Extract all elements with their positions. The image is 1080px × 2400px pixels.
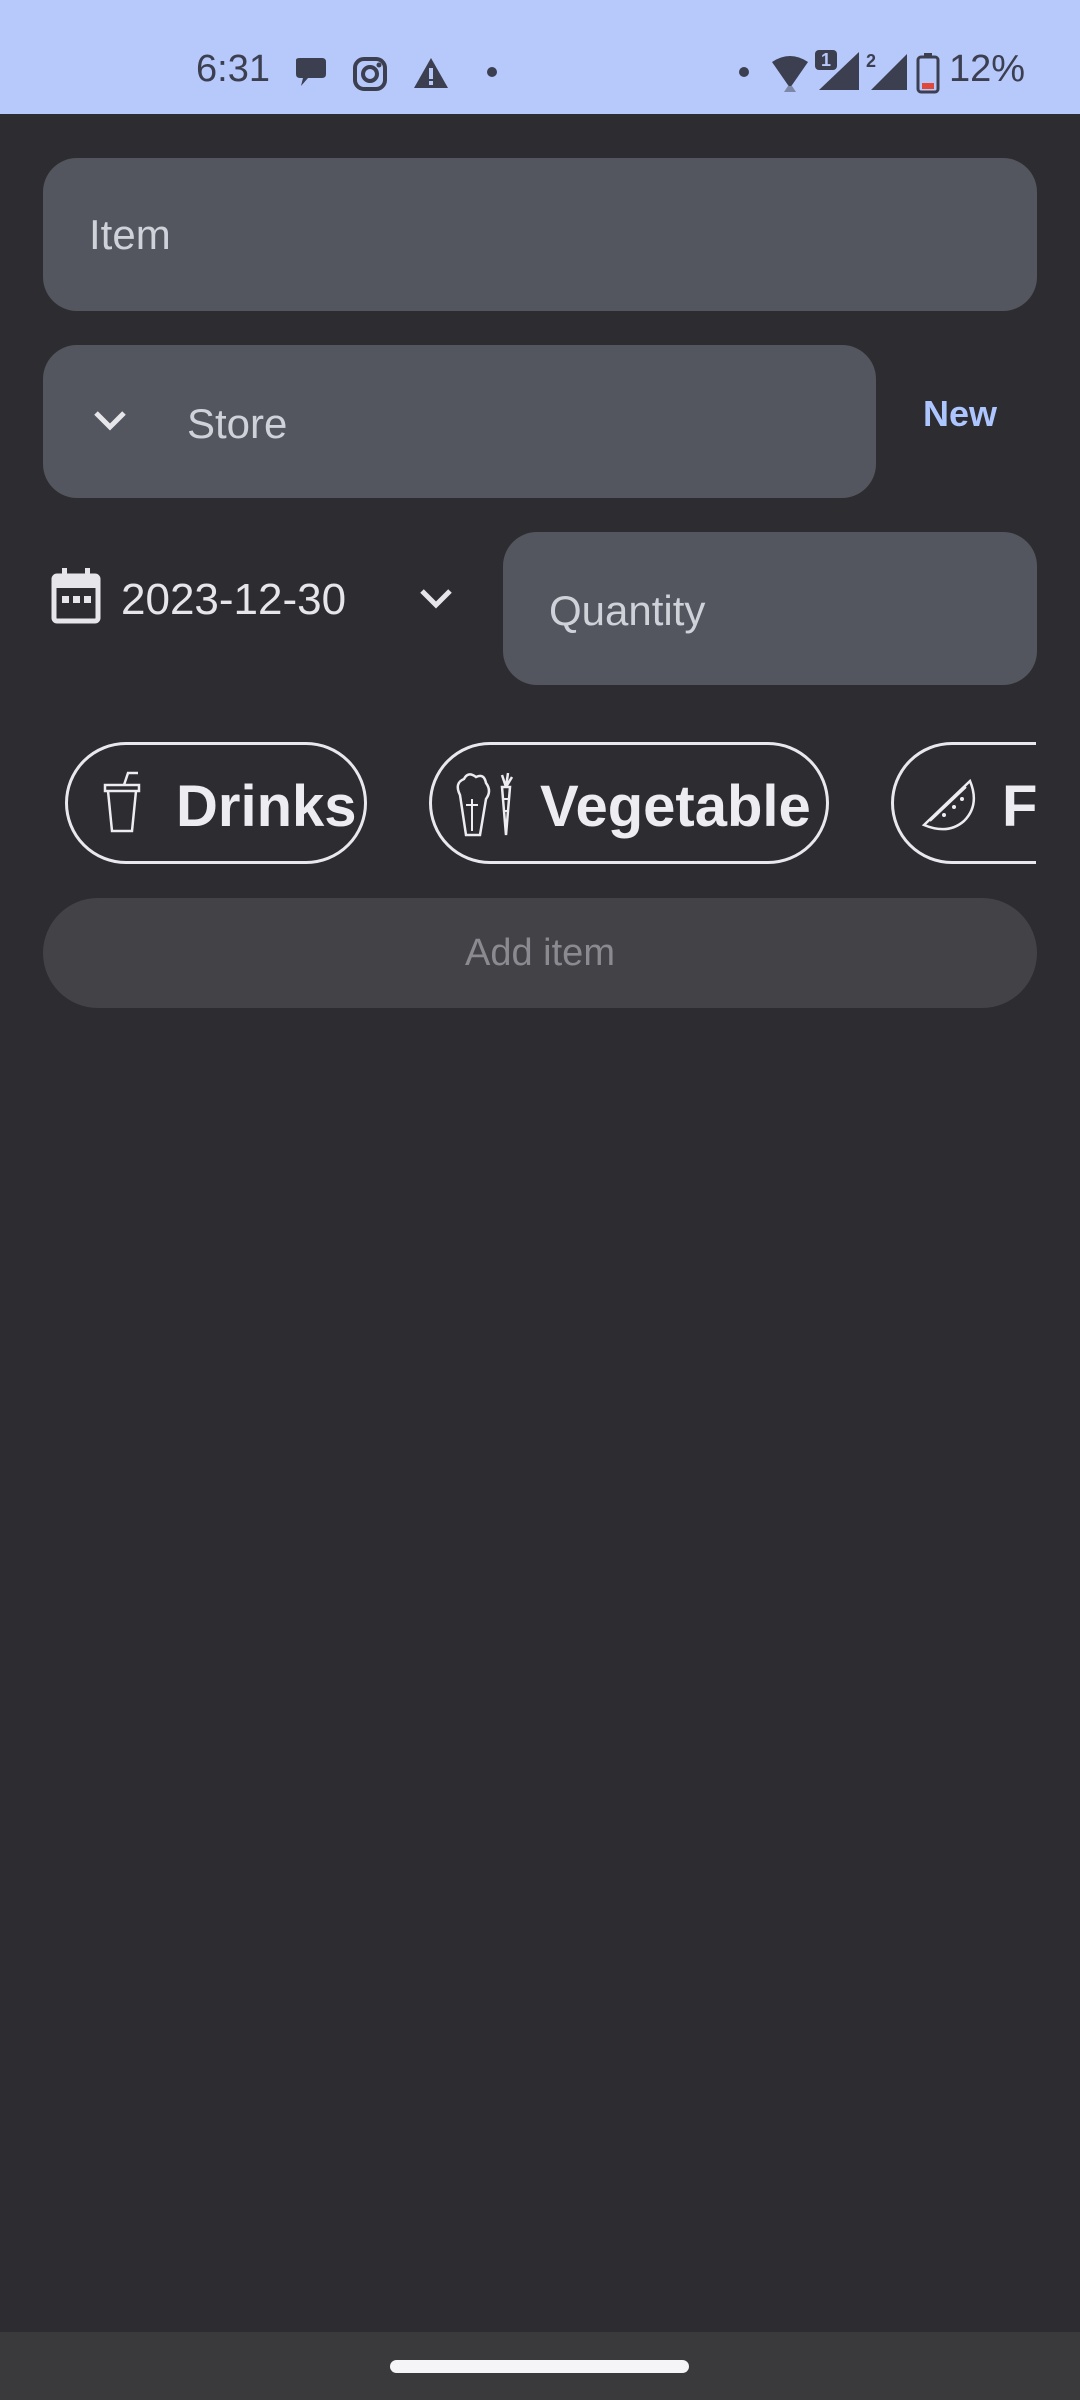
- quantity-placeholder: Quantity: [549, 587, 706, 634]
- dot-icon: [487, 67, 497, 77]
- item-placeholder: Item: [89, 211, 171, 258]
- instagram-icon: [353, 57, 387, 91]
- store-dropdown[interactable]: Store: [43, 345, 876, 498]
- chat-bubble-icon: [296, 58, 326, 86]
- calendar-icon: [51, 568, 101, 624]
- store-placeholder: Store: [187, 400, 288, 447]
- chevron-down-icon: [94, 411, 126, 431]
- dot-icon: [739, 67, 749, 77]
- category-chips: Drinks Vegetable F: [0, 738, 1036, 868]
- chip-label: Vegetable: [540, 774, 811, 839]
- shopping-item-form-screen: 6:31 1 2 12% Item Store New 2023-12-30 Q…: [0, 0, 1080, 2400]
- item-input[interactable]: Item: [43, 158, 1037, 311]
- chevron-down-icon[interactable]: [417, 585, 455, 611]
- chip-vegetable[interactable]: Vegetable: [429, 742, 829, 864]
- drink-cup-icon: [103, 771, 141, 833]
- status-time: 6:31: [196, 48, 270, 90]
- sim2-badge: 2: [866, 51, 877, 71]
- chip-drinks[interactable]: Drinks: [65, 742, 367, 864]
- battery-percent: 12%: [949, 48, 1026, 90]
- wifi-icon: [772, 56, 808, 92]
- watermelon-icon: [921, 778, 976, 831]
- status-bar: 6:31 1 2 12%: [0, 0, 1080, 114]
- add-item-button[interactable]: Add item: [43, 898, 1037, 1008]
- quantity-input[interactable]: Quantity: [503, 532, 1037, 685]
- sim1-badge: 1: [820, 50, 831, 70]
- chip-label: Drinks: [176, 774, 357, 839]
- chip-fruit[interactable]: F: [891, 742, 1036, 864]
- warning-icon: [414, 58, 448, 88]
- home-indicator[interactable]: [390, 2360, 689, 2373]
- navigation-bar: [0, 2332, 1080, 2400]
- new-store-button[interactable]: New: [900, 388, 1020, 440]
- vegetable-icon: [456, 772, 514, 837]
- battery-icon: [916, 53, 940, 94]
- date-value[interactable]: 2023-12-30: [121, 578, 346, 622]
- chip-label: F: [1002, 774, 1036, 839]
